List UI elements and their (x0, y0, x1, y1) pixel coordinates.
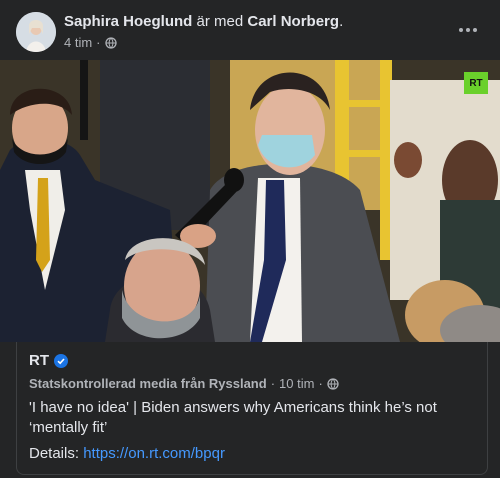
source-name[interactable]: RT (29, 352, 49, 369)
feed-post: Saphira Hoeglund är med Carl Norberg. 4 … (0, 0, 500, 478)
author-line-suffix: . (339, 13, 344, 30)
verified-icon (54, 353, 68, 368)
author-avatar[interactable] (16, 12, 56, 52)
source-time[interactable]: 10 tim (279, 376, 314, 391)
globe-icon (327, 377, 339, 390)
rt-watermark: RT (464, 72, 488, 94)
shared-headline: 'I have no idea' | Biden answers why Ame… (29, 399, 437, 436)
press-room-photo (0, 60, 500, 342)
more-horizontal-icon (459, 28, 477, 32)
post-photo[interactable]: RT (0, 60, 500, 342)
details-link[interactable]: https://on.rt.com/bpqr (83, 445, 225, 462)
author-name[interactable]: Saphira Hoeglund (64, 13, 192, 30)
with-text: är med (196, 13, 244, 30)
source-meta: Statskontrollerad media från Ryssland · … (29, 376, 339, 391)
post-header: Saphira Hoeglund är med Carl Norberg. 4 … (16, 12, 484, 56)
link-preview-card[interactable]: RT Statskontrollerad media från Ryssland… (16, 342, 488, 475)
post-meta: 4 tim · (64, 34, 117, 52)
details-label: Details: (29, 445, 80, 462)
globe-icon (104, 37, 117, 49)
author-line: Saphira Hoeglund är med Carl Norberg. (64, 12, 343, 32)
post-time[interactable]: 4 tim (64, 34, 92, 52)
state-media-label[interactable]: Statskontrollerad media från Ryssland (29, 376, 267, 391)
tagged-person[interactable]: Carl Norberg (247, 13, 339, 30)
more-options-button[interactable] (452, 14, 484, 46)
source-name-row: RT (29, 352, 68, 369)
details-line: Details: https://on.rt.com/bpqr (29, 444, 225, 464)
